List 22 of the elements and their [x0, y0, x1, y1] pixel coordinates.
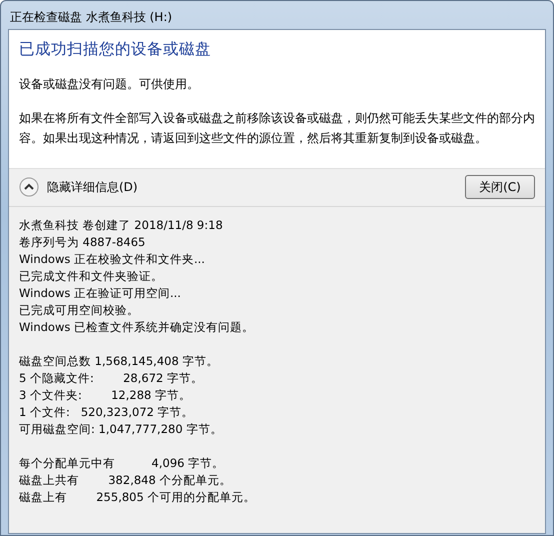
window-title: 正在检查磁盘 水煮鱼科技 (H:): [9, 9, 174, 26]
details-line: 磁盘上共有 382,848 个分配单元。: [19, 472, 232, 489]
details-line: Windows 正在校验文件和文件夹...: [19, 251, 205, 268]
details-line: 磁盘空间总数 1,568,145,408 字节。: [19, 353, 218, 370]
details-line: Windows 正在验证可用空间...: [19, 285, 181, 302]
details-line: 5 个隐藏文件: 28,672 字节。: [19, 370, 203, 387]
details-line: 每个分配单元中有 4,096 字节。: [19, 455, 224, 472]
message-text: 如果在将所有文件全部写入设备或磁盘之前移除该设备或磁盘，则仍然可能丢失某些文件的部分内容。如果出现这种情况，请返回到这些文件的源位置，然后将其重新复制到设备或磁盘。: [19, 110, 535, 147]
close-button[interactable]: 关闭(C): [465, 175, 535, 199]
details-line: 已完成可用空间校验。: [19, 302, 139, 319]
details-line: 3 个文件夹: 12,288 字节。: [19, 387, 191, 404]
details-line: Windows 已检查文件系统并确定没有问题。: [19, 319, 254, 336]
details-toggle-link[interactable]: 隐藏详细信息(D): [47, 178, 138, 196]
details-line: 卷序列号为 4887-8465: [19, 234, 146, 251]
collapse-icon[interactable]: [19, 177, 39, 197]
details-line: 可用磁盘空间: 1,047,777,280 字节。: [19, 421, 222, 438]
details-line: 1 个文件: 520,323,072 字节。: [19, 404, 194, 421]
details-line: 已完成文件和文件夹验证。: [19, 268, 163, 285]
result-heading: 已成功扫描您的设备或磁盘: [19, 39, 212, 60]
message-text: 设备或磁盘没有问题。可供使用。: [19, 76, 200, 93]
details-line: 水煮鱼科技 卷创建了 2018/11/8 9:18: [19, 217, 223, 234]
details-line: 磁盘上有 255,805 个可用的分配单元。: [19, 489, 256, 506]
